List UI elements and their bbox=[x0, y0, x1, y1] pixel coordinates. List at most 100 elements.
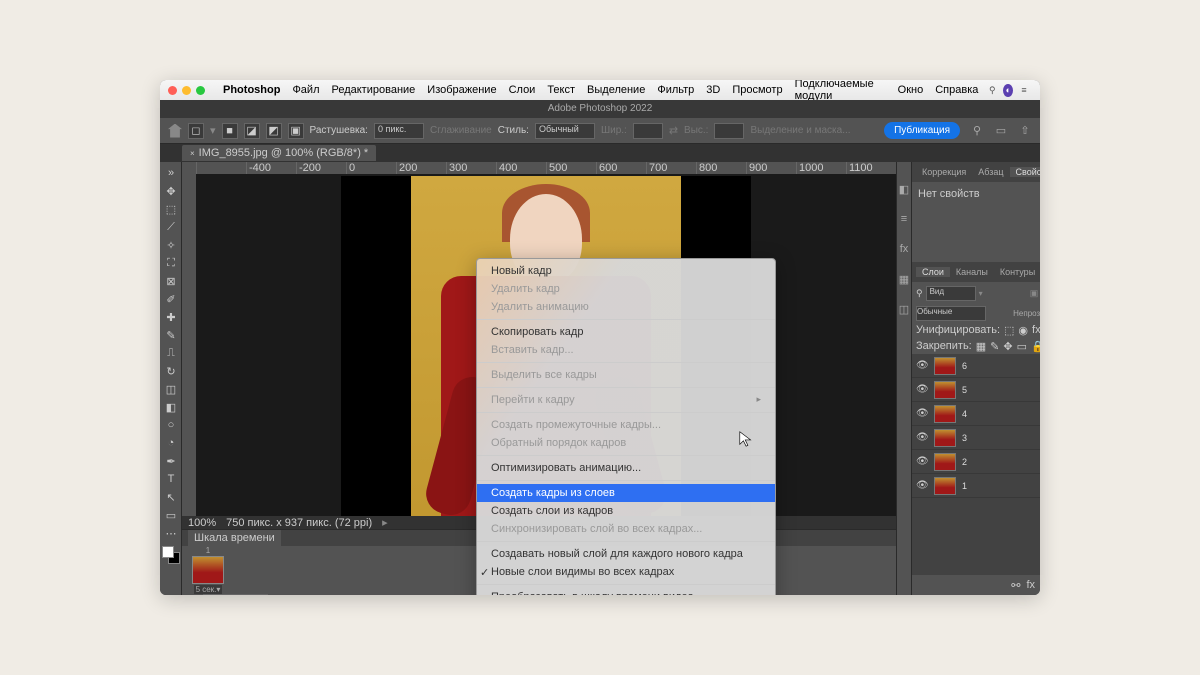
menu-select[interactable]: Выделение bbox=[581, 84, 651, 96]
menu-plugins[interactable]: Подключаемые модули bbox=[789, 80, 892, 102]
dodge-tool[interactable]: ◔ bbox=[160, 434, 182, 452]
workspace-icon[interactable]: ▭ bbox=[994, 124, 1008, 138]
layer-row[interactable]: 👁1 bbox=[912, 474, 1040, 498]
tab-corrections[interactable]: Коррекция bbox=[916, 167, 972, 177]
tab-paragraph[interactable]: Абзац bbox=[972, 167, 1009, 177]
unify-visibility-icon[interactable]: ◉ bbox=[1018, 324, 1028, 337]
frame-tool[interactable]: ⊠ bbox=[160, 272, 182, 290]
layer-filter-select[interactable]: Вид bbox=[926, 286, 976, 301]
menu-text[interactable]: Текст bbox=[541, 84, 581, 96]
new-selection-icon[interactable]: ■ bbox=[222, 123, 238, 139]
search-icon[interactable]: ⚲ bbox=[970, 124, 984, 138]
menu-help[interactable]: Справка bbox=[929, 84, 984, 96]
link-icon[interactable]: ⚯ bbox=[1011, 579, 1020, 592]
visibility-icon[interactable]: 👁 bbox=[916, 480, 928, 491]
collapse-icon[interactable]: » bbox=[160, 164, 182, 182]
layer-name[interactable]: 1 bbox=[962, 481, 967, 491]
stamp-tool[interactable]: ⎍ bbox=[160, 344, 182, 362]
more-tools[interactable]: ⋯ bbox=[160, 524, 182, 542]
crop-tool[interactable]: ⛶ bbox=[160, 254, 182, 272]
marquee-tool[interactable]: ⬚ bbox=[160, 200, 182, 218]
lasso-tool[interactable]: ⟋ bbox=[160, 218, 182, 236]
loop-select[interactable]: Постоянно bbox=[203, 594, 268, 595]
menu-app[interactable]: Photoshop bbox=[217, 84, 286, 96]
intersect-selection-icon[interactable]: ▣ bbox=[288, 123, 304, 139]
zoom-level[interactable]: 100% bbox=[188, 517, 216, 529]
timeline-frame[interactable]: 1 5 сек.▾ bbox=[190, 546, 226, 594]
tool-preset[interactable]: ◻ bbox=[188, 123, 204, 139]
add-selection-icon[interactable]: ◪ bbox=[244, 123, 260, 139]
lock-paint-icon[interactable]: ✎ bbox=[990, 340, 999, 353]
publish-button[interactable]: Публикация bbox=[884, 122, 960, 139]
layer-row[interactable]: 👁4 bbox=[912, 402, 1040, 426]
menu-item[interactable]: Создать слои из кадров bbox=[477, 502, 775, 520]
layer-name[interactable]: 2 bbox=[962, 457, 967, 467]
zoom-icon[interactable] bbox=[196, 86, 205, 95]
visibility-icon[interactable]: 👁 bbox=[916, 408, 928, 419]
menu-image[interactable]: Изображение bbox=[421, 84, 502, 96]
tab-channels[interactable]: Каналы bbox=[950, 267, 994, 277]
eyedropper-tool[interactable]: ✐ bbox=[160, 290, 182, 308]
fx-icon[interactable]: fx bbox=[1026, 579, 1035, 591]
menu-layers[interactable]: Слои bbox=[503, 84, 542, 96]
brush-tool[interactable]: ✎ bbox=[160, 326, 182, 344]
menu-item[interactable]: Создать кадры из слоев bbox=[477, 484, 775, 502]
libraries-icon[interactable]: ▦ bbox=[897, 272, 911, 286]
type-tool[interactable]: T bbox=[160, 470, 182, 488]
visibility-icon[interactable]: 👁 bbox=[916, 360, 928, 371]
share-icon[interactable]: ⇧ bbox=[1018, 124, 1032, 138]
menu-item[interactable]: Создавать новый слой для каждого нового … bbox=[477, 545, 775, 563]
eraser-tool[interactable]: ◫ bbox=[160, 380, 182, 398]
layer-row[interactable]: 👁2 bbox=[912, 450, 1040, 474]
history-brush-tool[interactable]: ↻ bbox=[160, 362, 182, 380]
menu-item[interactable]: Новые слои видимы во всех кадрах bbox=[477, 563, 775, 581]
close-icon[interactable] bbox=[168, 86, 177, 95]
filter-image-icon[interactable]: ▣ bbox=[1028, 287, 1040, 299]
layer-row[interactable]: 👁3 bbox=[912, 426, 1040, 450]
layer-name[interactable]: 6 bbox=[962, 361, 967, 371]
menu-window[interactable]: Окно bbox=[892, 84, 930, 96]
style-select[interactable]: Обычный bbox=[535, 123, 595, 139]
search-icon[interactable]: ⚲ bbox=[987, 84, 997, 97]
lock-pos-icon[interactable]: ✥ bbox=[1003, 340, 1012, 353]
menu-item[interactable]: Скопировать кадр bbox=[477, 323, 775, 341]
unify-style-icon[interactable]: fx bbox=[1032, 324, 1040, 336]
home-icon[interactable] bbox=[168, 124, 182, 138]
move-tool[interactable]: ✥ bbox=[160, 182, 182, 200]
menu-view[interactable]: Просмотр bbox=[726, 84, 788, 96]
menu-icon[interactable]: ≡ bbox=[1019, 84, 1029, 97]
subtract-selection-icon[interactable]: ◩ bbox=[266, 123, 282, 139]
cc-icon[interactable]: ◐ bbox=[1003, 84, 1013, 97]
shape-tool[interactable]: ▭ bbox=[160, 506, 182, 524]
menu-file[interactable]: Файл bbox=[286, 84, 325, 96]
blur-tool[interactable]: ○ bbox=[160, 416, 182, 434]
menu-item[interactable]: Оптимизировать анимацию... bbox=[477, 459, 775, 477]
menu-3d[interactable]: 3D bbox=[700, 84, 726, 96]
layer-row[interactable]: 👁5 bbox=[912, 378, 1040, 402]
blend-mode-select[interactable]: Обычные bbox=[916, 306, 986, 321]
swatches-icon[interactable]: ◫ bbox=[897, 302, 911, 316]
heal-tool[interactable]: ✚ bbox=[160, 308, 182, 326]
layer-name[interactable]: 4 bbox=[962, 409, 967, 419]
lock-trans-icon[interactable]: ▦ bbox=[976, 340, 986, 353]
wand-tool[interactable]: ✧ bbox=[160, 236, 182, 254]
adjustments-icon[interactable]: ≡ bbox=[897, 212, 911, 226]
gradient-tool[interactable]: ◧ bbox=[160, 398, 182, 416]
tab-paths[interactable]: Контуры bbox=[994, 267, 1040, 277]
feather-input[interactable]: 0 пикс. bbox=[374, 123, 424, 139]
color-swatch[interactable] bbox=[162, 546, 180, 564]
color-icon[interactable]: ◧ bbox=[897, 182, 911, 196]
frame-duration[interactable]: 5 сек.▾ bbox=[194, 585, 223, 594]
path-tool[interactable]: ↖ bbox=[160, 488, 182, 506]
lock-artboard-icon[interactable]: ▭ bbox=[1017, 340, 1027, 353]
close-tab-icon[interactable]: × bbox=[190, 149, 195, 158]
styles-icon[interactable]: fx bbox=[897, 242, 911, 256]
lock-all-icon[interactable]: 🔒 bbox=[1031, 340, 1040, 353]
layer-name[interactable]: 3 bbox=[962, 433, 967, 443]
visibility-icon[interactable]: 👁 bbox=[916, 432, 928, 443]
menu-item[interactable]: Преобразовать в шкалу времени видео bbox=[477, 588, 775, 595]
unify-position-icon[interactable]: ⬚ bbox=[1004, 324, 1014, 337]
visibility-icon[interactable]: 👁 bbox=[916, 456, 928, 467]
tab-layers[interactable]: Слои bbox=[916, 267, 950, 277]
visibility-icon[interactable]: 👁 bbox=[916, 384, 928, 395]
